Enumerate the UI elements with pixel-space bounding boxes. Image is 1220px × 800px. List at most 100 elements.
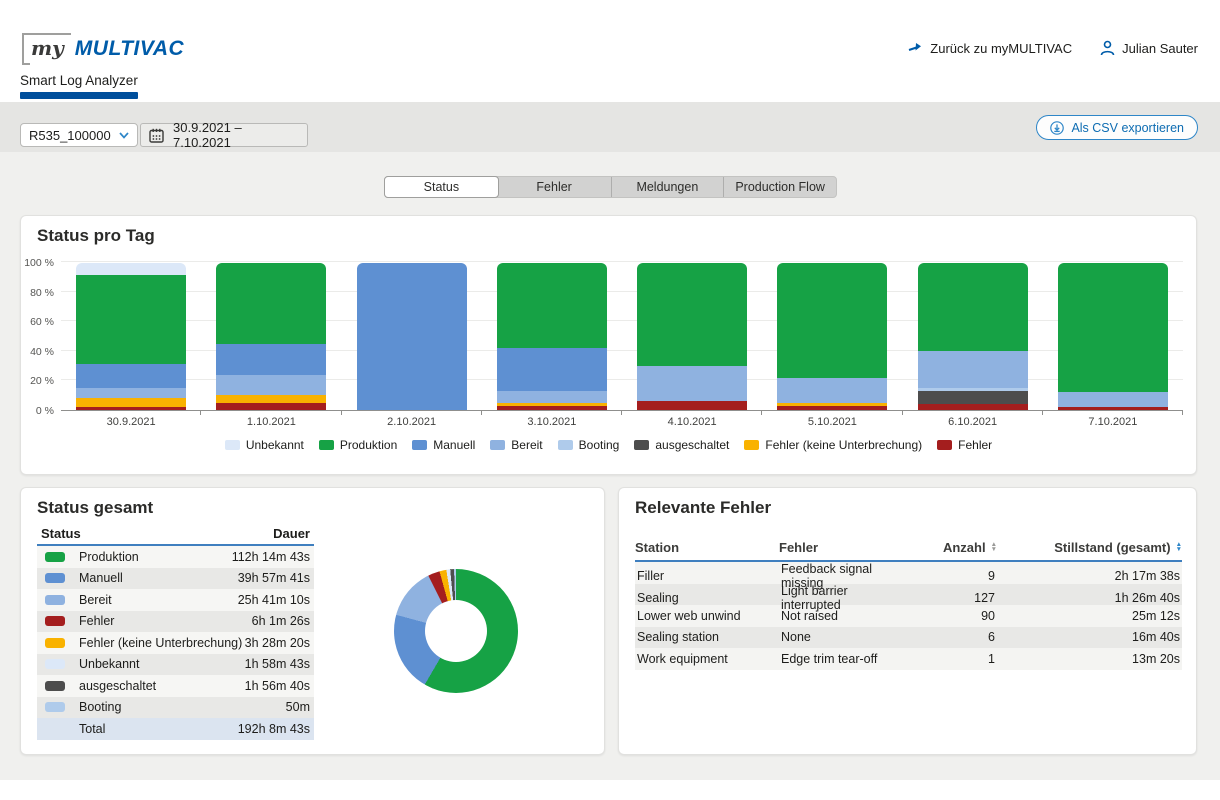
status-duration: 1h 56m 40s [245, 679, 310, 693]
legend-label: Unbekannt [246, 438, 304, 452]
status-duration: 25h 41m 10s [238, 593, 310, 607]
error-row-work-equipment: Work equipmentEdge trim tear-off113m 20s [635, 648, 1182, 670]
status-swatch [45, 595, 65, 605]
legend-swatch [490, 440, 505, 450]
legend-swatch [744, 440, 759, 450]
status-total-title: Status gesamt [37, 498, 153, 518]
column-header-stillstand-gesamt-[interactable]: Stillstand (gesamt)▲▼ [997, 540, 1182, 555]
legend-label: Manuell [433, 438, 475, 452]
status-row-fehler: Fehler6h 1m 26s [37, 611, 314, 633]
bar-segment-bereit [1058, 392, 1168, 407]
x-axis-labels: 30.9.20211.10.20212.10.20213.10.20214.10… [61, 416, 1183, 428]
x-tick-label: 1.10.2021 [201, 416, 341, 428]
bar-segment-produktion [497, 263, 607, 348]
legend-label: Fehler [958, 438, 992, 452]
bar-segment-fehler [76, 407, 186, 410]
calendar-icon [149, 128, 164, 143]
legend-label: Fehler (keine Unterbrechung) [765, 438, 922, 452]
total-duration: 192h 8m 43s [238, 722, 310, 736]
logo-brand-text: MULTIVAC [75, 37, 184, 63]
stacked-bar-3.10.2021 [497, 263, 607, 410]
bar-segment-bereit [216, 375, 326, 396]
legend-item-manuell[interactable]: Manuell [412, 438, 475, 452]
legend-item-fehler-(keine-unterbrechung)[interactable]: Fehler (keine Unterbrechung) [744, 438, 922, 452]
legend-label: ausgeschaltet [655, 438, 729, 452]
sort-icon[interactable]: ▲▼ [1176, 543, 1182, 552]
column-header-label: Anzahl [943, 540, 986, 555]
status-duration: 112h 14m 43s [232, 550, 310, 564]
status-swatch [45, 616, 65, 626]
view-tabs: StatusFehlerMeldungenProduction Flow [384, 176, 837, 198]
error-downtime: 2h 17m 38s [995, 569, 1180, 583]
bar-segment-fehler [497, 406, 607, 410]
user-menu[interactable]: Julian Sauter [1100, 40, 1198, 56]
bar-segment-fehler [216, 403, 326, 410]
y-tick-label: 0 % [36, 405, 54, 417]
stacked-bar-30.9.2021 [76, 263, 186, 410]
back-to-mymultivac-link[interactable]: Zurück zu myMULTIVAC [908, 41, 1072, 56]
bar-segment-produktion [1058, 263, 1168, 392]
machine-select-value: R535_100000 [29, 128, 111, 143]
status-duration: 1h 58m 43s [245, 657, 310, 671]
stacked-bar-6.10.2021 [918, 263, 1028, 410]
error-count: 6 [905, 630, 995, 644]
column-header-anzahl[interactable]: Anzahl▲▼ [907, 540, 997, 555]
arrow-right-icon [908, 42, 923, 55]
bar-slot [342, 263, 482, 410]
status-duration: 6h 1m 26s [252, 614, 310, 628]
status-duration: 50m [286, 700, 310, 714]
machine-select[interactable]: R535_100000 [20, 123, 138, 147]
error-station: Work equipment [637, 652, 781, 666]
bar-segment-manuell [216, 344, 326, 375]
bar-segment-fehler-(keine-unterbrechung) [76, 398, 186, 407]
legend-item-unbekannt[interactable]: Unbekannt [225, 438, 304, 452]
y-tick-label: 80 % [30, 287, 54, 299]
status-duration: 3h 28m 20s [245, 636, 310, 650]
y-tick-label: 100 % [24, 257, 54, 269]
status-label: Manuell [79, 571, 238, 585]
status-label: Unbekannt [79, 657, 245, 671]
app-tab-smart-log-analyzer[interactable]: Smart Log Analyzer [20, 73, 138, 88]
column-header-station: Station [635, 540, 779, 555]
legend-swatch [937, 440, 952, 450]
bar-segment-produktion [777, 263, 887, 378]
date-range-value: 30.9.2021 – 7.10.2021 [173, 120, 299, 150]
status-total-row: Total192h 8m 43s [37, 718, 314, 740]
error-downtime: 1h 26m 40s [995, 591, 1180, 605]
bar-slot [762, 263, 902, 410]
tab-production-flow[interactable]: Production Flow [723, 177, 836, 197]
legend-item-fehler[interactable]: Fehler [937, 438, 992, 452]
legend-swatch [634, 440, 649, 450]
bar-segment-produktion [216, 263, 326, 344]
status-total-table: Status Dauer Produktion112h 14m 43sManue… [37, 524, 314, 740]
status-swatch [45, 638, 65, 648]
status-swatch [45, 659, 65, 669]
bar-segment-bereit [497, 391, 607, 403]
error-station: Sealing [637, 591, 781, 605]
tab-fehler[interactable]: Fehler [498, 177, 611, 197]
stacked-bar-4.10.2021 [637, 263, 747, 410]
legend-swatch [412, 440, 427, 450]
bar-slot [201, 263, 341, 410]
bar-segment-bereit [918, 351, 1028, 388]
legend-item-bereit[interactable]: Bereit [490, 438, 542, 452]
x-tick-label: 30.9.2021 [61, 416, 201, 428]
error-count: 9 [905, 569, 995, 583]
export-csv-button[interactable]: Als CSV exportieren [1036, 115, 1198, 140]
tab-meldungen[interactable]: Meldungen [611, 177, 724, 197]
legend-item-booting[interactable]: Booting [558, 438, 620, 452]
error-downtime: 16m 40s [995, 630, 1180, 644]
error-station: Sealing station [637, 630, 781, 644]
stacked-bar-chart [61, 263, 1183, 411]
error-row-sealing: SealingLight barrier interrupted1271h 26… [635, 584, 1182, 606]
legend-item-ausgeschaltet[interactable]: ausgeschaltet [634, 438, 729, 452]
status-label: Fehler (keine Unterbrechung) [79, 636, 245, 650]
bar-segment-produktion [918, 263, 1028, 351]
tab-status[interactable]: Status [384, 176, 499, 198]
legend-item-produktion[interactable]: Produktion [319, 438, 397, 452]
date-range-input[interactable]: 30.9.2021 – 7.10.2021 [140, 123, 308, 147]
column-header-dauer: Dauer [273, 526, 310, 541]
status-label: Booting [79, 700, 286, 714]
bar-slot [622, 263, 762, 410]
stacked-bar-2.10.2021 [357, 263, 467, 410]
